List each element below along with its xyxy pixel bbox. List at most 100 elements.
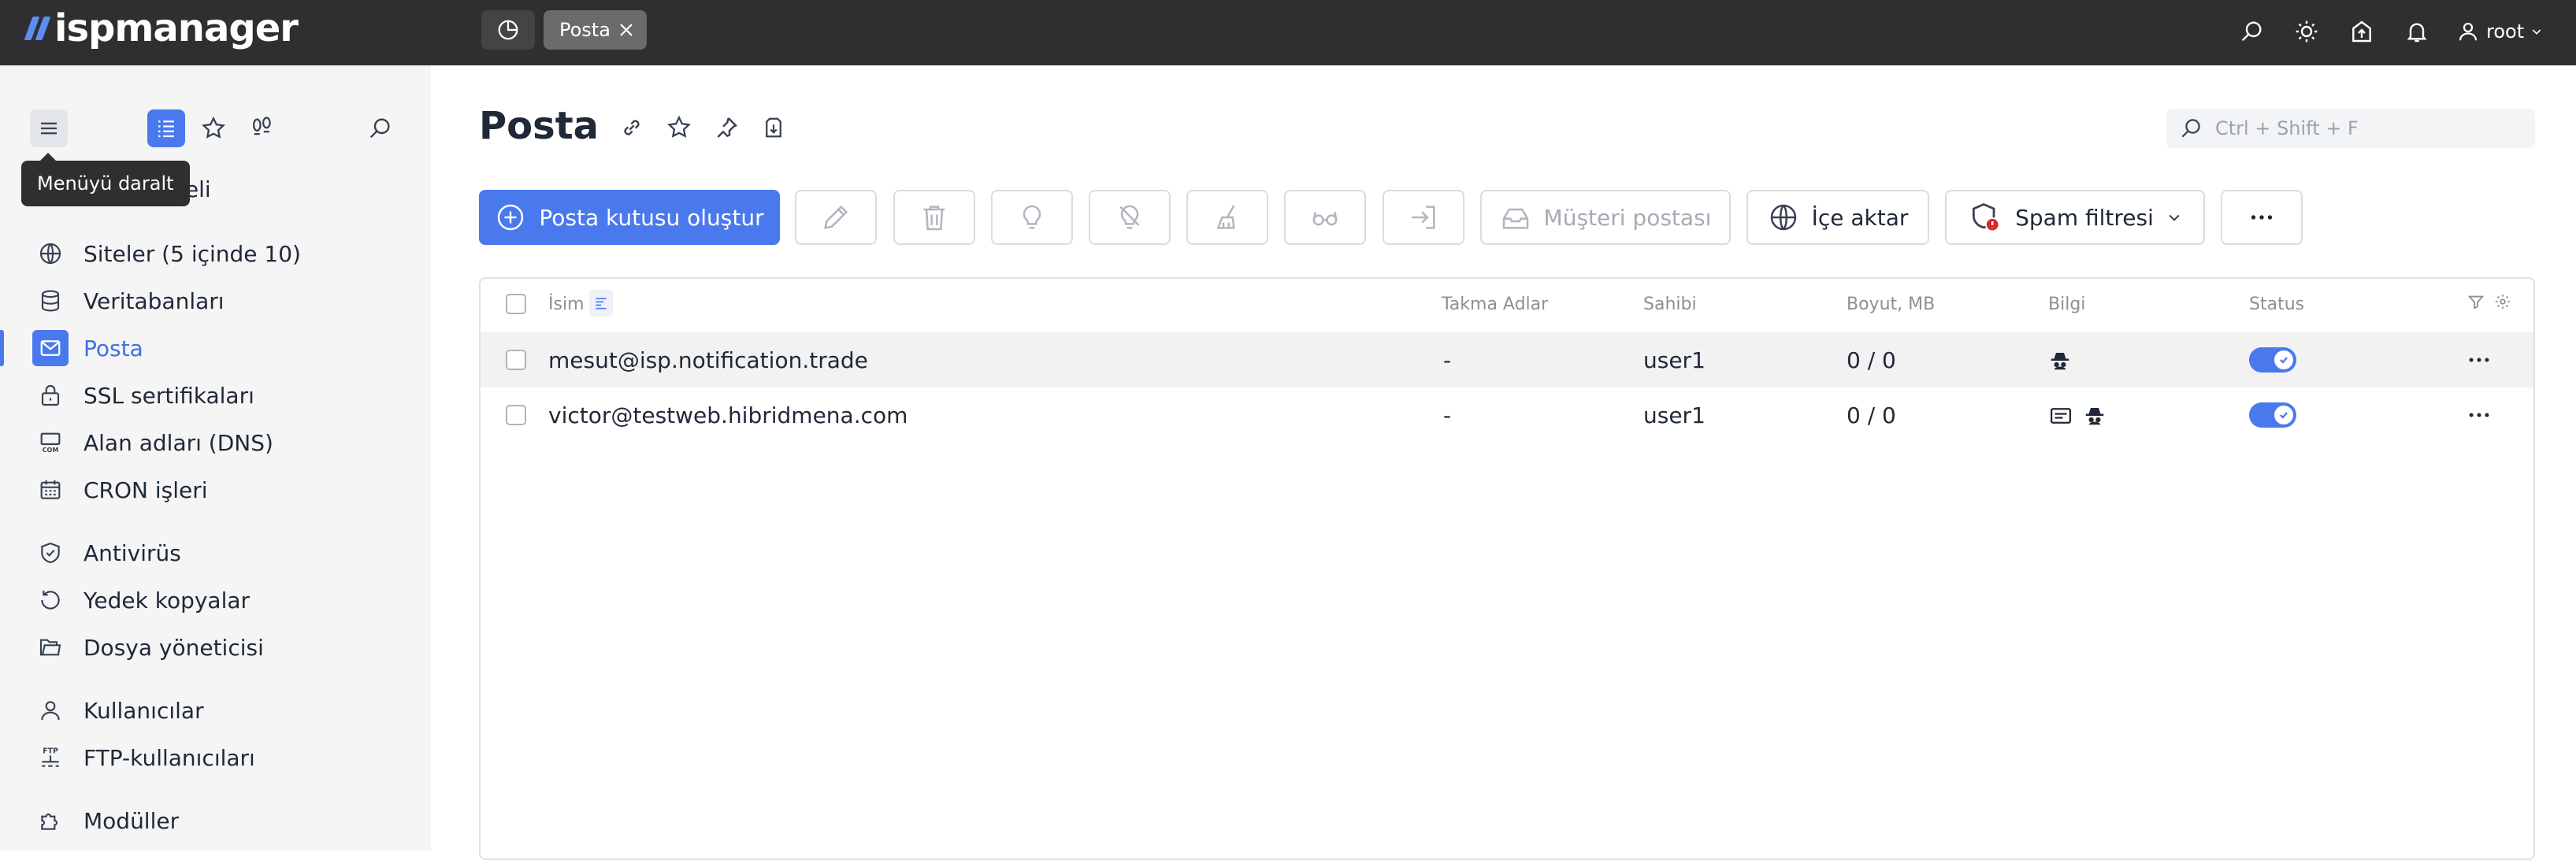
sidebar-item-users[interactable]: Kullanıcılar	[0, 688, 431, 733]
globe-icon	[1770, 204, 1796, 231]
broom-icon	[1216, 205, 1235, 229]
footprints-icon	[252, 117, 271, 135]
view-button[interactable]	[1284, 190, 1366, 245]
sidebar-item-file-manager[interactable]: Dosya yöneticisi	[0, 625, 431, 670]
column-header-status[interactable]: Status	[2249, 295, 2304, 314]
user-name: root	[2486, 20, 2525, 43]
tab-label: Posta	[559, 19, 611, 41]
column-header-owner[interactable]: Sahibi	[1643, 295, 1697, 314]
row-more-icon[interactable]	[2466, 402, 2492, 428]
star-icon[interactable]	[663, 112, 695, 143]
sidebar-item-label: FTP-kullanıcıları	[84, 744, 255, 771]
page-title: Posta	[479, 104, 599, 148]
menu-search-button[interactable]	[361, 109, 399, 147]
mail-icon	[32, 330, 69, 366]
row-more-icon[interactable]	[2466, 347, 2492, 373]
lightbulb-off-icon	[1119, 205, 1140, 229]
client-mail-button[interactable]: Müşteri postası	[1480, 190, 1731, 245]
table-row[interactable]: mesut@isp.notification.trade - user1 0 /…	[481, 332, 2533, 387]
table-row[interactable]: victor@testweb.hibridmena.com - user1 0 …	[481, 387, 2533, 443]
column-header-size[interactable]: Boyut, MB	[1847, 295, 1935, 314]
sidebar-item-antivirus[interactable]: Antivirüs	[0, 530, 431, 576]
cell-name[interactable]: victor@testweb.hibridmena.com	[548, 387, 908, 443]
status-toggle[interactable]	[2249, 402, 2296, 428]
shield-alert-icon	[1973, 203, 2000, 232]
sidebar-item-ssl[interactable]: SSL sertifikaları	[0, 373, 431, 418]
backup-icon	[36, 586, 65, 614]
pin-icon[interactable]	[711, 112, 742, 143]
cell-name[interactable]: mesut@isp.notification.trade	[548, 332, 868, 387]
sidebar-item-modules[interactable]: Modüller	[0, 798, 431, 843]
sidebar-item-dns[interactable]: COM Alan adları (DNS)	[0, 420, 431, 465]
column-header-aliases[interactable]: Takma Adlar	[1442, 295, 1548, 314]
sidebar-item-label: Kullanıcılar	[84, 697, 204, 724]
sort-icon[interactable]	[589, 290, 613, 317]
theme-sun-icon[interactable]	[2289, 14, 2324, 49]
sidebar: Menüyü daralt aneli Siteler (5 içinde 10…	[0, 65, 431, 851]
top-bar: ispmanager Posta root	[0, 0, 2576, 65]
list-icon	[158, 120, 174, 138]
dns-icon: COM	[36, 428, 65, 457]
delete-button[interactable]	[893, 190, 975, 245]
ftp-icon: FTP	[36, 743, 65, 772]
column-settings-icon[interactable]	[2494, 293, 2511, 310]
spy-icon	[2083, 404, 2106, 428]
search-icon[interactable]	[2234, 14, 2269, 49]
sidebar-item-label: Siteler (5 içinde 10)	[84, 240, 301, 267]
folder-icon	[36, 633, 65, 662]
import-button[interactable]: İçe aktar	[1746, 190, 1929, 245]
collapse-menu-button[interactable]	[30, 109, 68, 147]
row-checkbox[interactable]	[506, 405, 526, 425]
column-header-name[interactable]: İsim	[548, 295, 585, 314]
filter-icon[interactable]	[2467, 293, 2485, 310]
select-all-checkbox[interactable]	[506, 294, 526, 314]
global-search-input[interactable]	[2214, 117, 2516, 140]
status-toggle[interactable]	[2249, 347, 2296, 373]
enable-button[interactable]	[991, 190, 1073, 245]
chevron-down-icon	[2169, 214, 2180, 221]
recent-button[interactable]	[243, 109, 280, 147]
update-icon[interactable]	[2344, 14, 2379, 49]
logo[interactable]: ispmanager	[24, 5, 299, 52]
glasses-icon	[1312, 212, 1338, 226]
sidebar-item-mail[interactable]: Posta	[0, 325, 431, 371]
dashboard-button[interactable]	[481, 10, 535, 50]
edit-button[interactable]	[795, 190, 877, 245]
login-button[interactable]	[1383, 190, 1464, 245]
more-actions-button[interactable]	[2221, 190, 2303, 245]
create-mailbox-button[interactable]: Posta kutusu oluştur	[479, 190, 780, 245]
disable-button[interactable]	[1089, 190, 1171, 245]
column-header-info[interactable]: Bilgi	[2048, 295, 2085, 314]
close-icon[interactable]	[617, 20, 636, 39]
globe-icon	[36, 239, 65, 268]
sidebar-item-label: Yedek kopyalar	[84, 587, 251, 613]
tab-posta[interactable]: Posta	[544, 10, 647, 50]
cell-aliases: -	[1443, 402, 1452, 428]
cell-owner: user1	[1643, 402, 1706, 428]
pie-chart-icon	[498, 20, 518, 40]
sidebar-item-sites[interactable]: Siteler (5 içinde 10)	[0, 231, 431, 276]
export-document-icon[interactable]	[758, 112, 789, 143]
cleanup-button[interactable]	[1186, 190, 1268, 245]
star-icon	[202, 116, 225, 139]
user-icon	[2459, 22, 2478, 41]
import-label: İçe aktar	[1811, 204, 1909, 231]
client-mail-label: Müşteri postası	[1543, 204, 1712, 231]
favorites-button[interactable]	[195, 109, 232, 147]
global-search[interactable]	[2166, 109, 2535, 148]
sidebar-item-label: Alan adları (DNS)	[84, 429, 273, 456]
link-icon[interactable]	[616, 112, 648, 143]
cell-owner: user1	[1643, 347, 1706, 373]
search-icon	[369, 118, 390, 139]
sidebar-item-databases[interactable]: Veritabanları	[0, 278, 431, 324]
sidebar-item-ftp-users[interactable]: FTP FTP-kullanıcıları	[0, 735, 431, 780]
pencil-icon	[824, 205, 848, 229]
row-checkbox[interactable]	[506, 350, 526, 370]
menu-list-button[interactable]	[147, 109, 185, 147]
spam-filter-button[interactable]: Spam filtresi	[1945, 190, 2205, 245]
sidebar-item-cron[interactable]: CRON işleri	[0, 467, 431, 513]
search-icon	[2181, 119, 2200, 138]
bell-icon[interactable]	[2400, 14, 2434, 49]
user-menu[interactable]: root	[2456, 14, 2543, 49]
sidebar-item-backups[interactable]: Yedek kopyalar	[0, 577, 431, 623]
